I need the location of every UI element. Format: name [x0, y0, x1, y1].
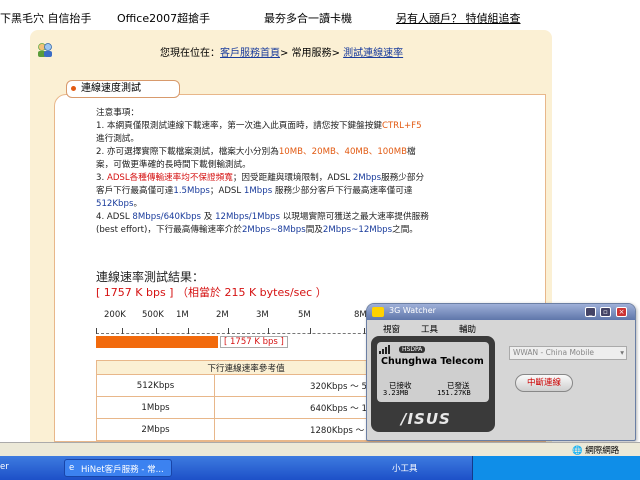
browser-status-bar: 🌐 網際網路	[0, 442, 640, 456]
lcd-panel: HSDPA Chunghwa Telecom 已接收 已發送 3.23MB 15…	[377, 342, 489, 402]
menu-item-window[interactable]: 視窗	[383, 323, 400, 335]
reference-table: 下行連線速率參考值 512Kbps 320Kbps ～ 512Kb 1Mbps 64…	[96, 360, 396, 441]
speed-bar	[96, 336, 218, 348]
ie-icon: e	[69, 463, 75, 473]
section-title: 連線速度測試	[66, 80, 180, 98]
network-mode-select[interactable]: WWAN - China Mobile	[509, 346, 627, 360]
taskbar-task-label: HiNet客戶服務 - 常...	[81, 465, 164, 475]
3g-watcher-menu: 視窗 工具 輔助	[367, 322, 635, 336]
taskbar-task-browser[interactable]: e HiNet客戶服務 - 常...	[64, 459, 172, 477]
breadcrumb-text: 您現在位在：客戶服務首頁> 常用服務> 測試連線速率	[160, 44, 403, 59]
scale-tick-label: 5M	[298, 310, 311, 320]
internet-zone: 🌐 網際網路	[572, 446, 620, 456]
scale-tick	[188, 328, 189, 334]
top-link-1[interactable]: 下黑毛穴 自信抬手	[0, 10, 92, 26]
3g-watcher-display: HSDPA Chunghwa Telecom 已接收 已發送 3.23MB 15…	[371, 336, 495, 432]
breadcrumb-separator: >	[280, 48, 292, 59]
result-title: 連線速率測試結果：	[96, 270, 205, 284]
top-link-4[interactable]: 另有人頭戶？ 特偵組追查	[396, 10, 521, 26]
menu-item-help[interactable]: 輔助	[459, 323, 476, 335]
breadcrumb-services: 常用服務	[291, 48, 332, 59]
table-cell: 1Mbps	[96, 396, 215, 419]
notes-heading: 注意事項：	[96, 108, 139, 118]
table-cell: 2Mbps	[96, 418, 215, 441]
note-4: 4. ADSL 8Mbps/640Kbps 及 12Mbps/1Mbps 以現場…	[96, 212, 429, 235]
zone-label: 網際網路	[585, 446, 620, 456]
3g-watcher-window: 3G Watcher _ ▫ × 視窗 工具 輔助 HSDPA Chunghwa…	[366, 303, 636, 441]
network-type-badge: HSDPA	[399, 346, 426, 353]
browser-page: 下黑毛穴 自信抬手 Office2007超搶手 最夯多合一讀卡機 另有人頭戶？ …	[0, 0, 640, 480]
asus-logo: /ISUS	[401, 410, 451, 428]
scale-tick-label: 2M	[216, 310, 229, 320]
tx-value: 151.27KB	[437, 389, 471, 397]
breadcrumb-home-link[interactable]: 客戶服務首頁	[220, 48, 280, 59]
3g-watcher-title: 3G Watcher	[389, 306, 436, 315]
people-icon	[38, 43, 52, 57]
scale-tick-label: 200K	[104, 310, 126, 320]
scale-tick-label: 3M	[256, 310, 269, 320]
table-cell: 512Kbps	[96, 374, 215, 397]
scale-tick-label: 8M	[354, 310, 367, 320]
scale-tick	[122, 328, 123, 334]
system-tray	[472, 456, 640, 480]
scale-tick-label: 1M	[176, 310, 189, 320]
note-3: 3. ADSL各種傳輸速率均不保證頻寬；因受距離與環境限制，ADSL 2Mbps…	[96, 173, 425, 209]
menu-item-tools[interactable]: 工具	[421, 323, 438, 335]
scale-tick-label: 500K	[142, 310, 164, 320]
breadcrumb-current-link[interactable]: 測試連線速率	[343, 48, 403, 59]
scale-tick	[156, 328, 157, 334]
minimize-icon[interactable]: _	[585, 307, 596, 317]
close-icon[interactable]: ×	[616, 307, 627, 317]
top-ad-links: 下黑毛穴 自信抬手 Office2007超搶手 最夯多合一讀卡機 另有人頭戶？ …	[0, 0, 640, 28]
top-link-2[interactable]: Office2007超搶手	[117, 10, 210, 26]
top-link-3[interactable]: 最夯多合一讀卡機	[264, 10, 352, 26]
result-value: [ 1757 K bps ] （相當於 215 K bytes/sec ）	[96, 286, 327, 299]
speed-bar-label: [ 1757 K bps ]	[220, 336, 288, 348]
table-row: 1Mbps 640Kbps ～ 1000K	[96, 396, 396, 419]
table-row: 2Mbps 1280Kbps ～ 2000	[96, 418, 396, 441]
disconnect-button[interactable]: 中斷連線	[515, 374, 573, 392]
taskbar: er e HiNet客戶服務 - 常... 小工具	[0, 456, 640, 480]
note-2: 2. 亦可選擇實際下載檔案測試，檔案大小分別為10MB、20MB、40MB、10…	[96, 147, 416, 170]
breadcrumb: 您現在位在：客戶服務首頁> 常用服務> 測試連線速率	[30, 36, 552, 62]
breadcrumb-prefix: 您現在位在：	[160, 48, 220, 59]
app-icon	[372, 307, 384, 317]
reference-table-header: 下行連線速率參考值	[96, 360, 396, 375]
scale-tick	[228, 328, 229, 334]
scale-tick	[310, 328, 311, 334]
table-row: 512Kbps 320Kbps ～ 512Kb	[96, 374, 396, 397]
signal-icon	[379, 345, 390, 354]
restore-icon[interactable]: ▫	[600, 307, 611, 317]
notes-block: 注意事項： 1. 本網頁僅限測試連線下載速率，第一次進入此頁面時，請您按下鍵盤按…	[96, 107, 432, 237]
taskbar-left-text: er	[0, 462, 9, 472]
scale-ruler	[96, 324, 386, 334]
carrier-name: Chunghwa Telecom	[381, 356, 484, 367]
scale-tick	[364, 328, 365, 334]
gadget-label[interactable]: 小工具	[392, 462, 418, 474]
note-1: 1. 本網頁僅限測試連線下載速率，第一次進入此頁面時，請您按下鍵盤按鍵CTRL+…	[96, 121, 422, 144]
scale-tick	[96, 328, 97, 334]
scale-tick	[268, 328, 269, 334]
rx-value: 3.23MB	[383, 389, 409, 397]
3g-watcher-titlebar[interactable]: 3G Watcher _ ▫ ×	[367, 304, 635, 320]
breadcrumb-separator: >	[331, 48, 344, 59]
